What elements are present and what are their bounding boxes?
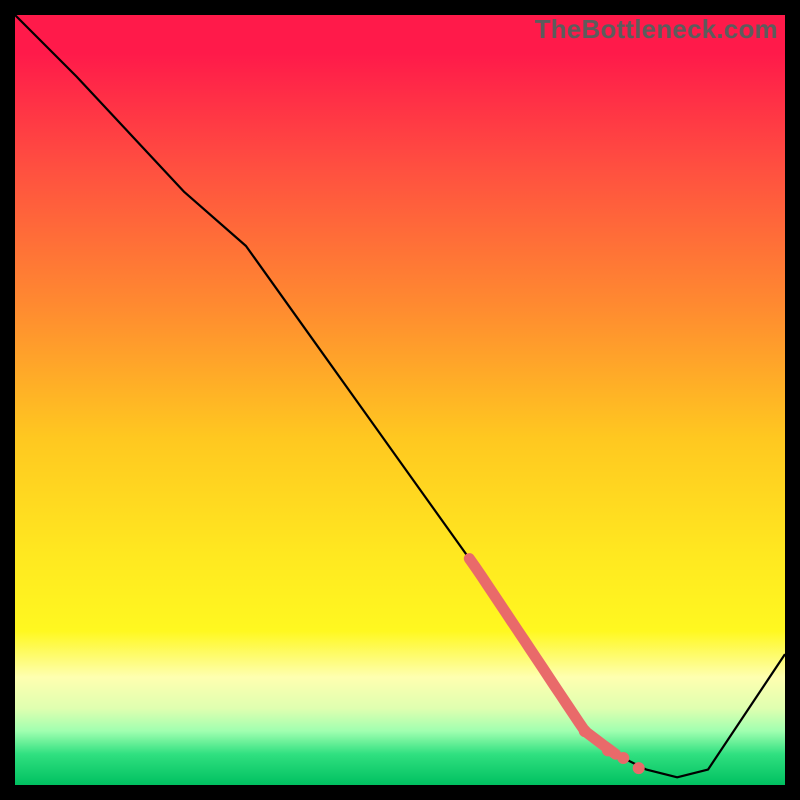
chart-border-bottom <box>15 785 785 800</box>
border-corner <box>0 785 15 800</box>
border-corner <box>0 0 15 15</box>
border-corner <box>785 785 800 800</box>
chart-container: TheBottleneck.com <box>0 0 800 800</box>
chart-border-right <box>785 15 800 785</box>
chart-border-left <box>0 15 15 785</box>
chart-border-top <box>15 0 785 15</box>
chart-plot-area <box>15 15 785 785</box>
watermark-text: TheBottleneck.com <box>535 14 778 45</box>
border-corner <box>785 0 800 15</box>
